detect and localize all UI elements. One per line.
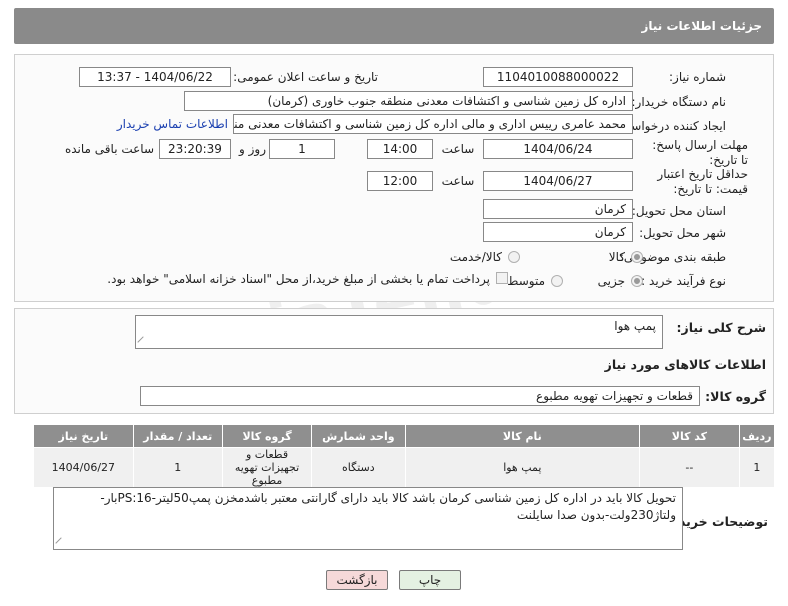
remaining-time-label: ساعت باقی مانده xyxy=(64,142,154,156)
province-label: استان محل تحویل: xyxy=(631,204,726,218)
col-unit: واحد شمارش xyxy=(311,424,406,448)
category-service-radio[interactable] xyxy=(508,251,520,263)
reply-date-field: 1404/06/24 xyxy=(483,139,633,159)
resize-grip-icon[interactable] xyxy=(55,537,67,549)
price-validity-time-field: 12:00 xyxy=(367,171,433,191)
reply-time-label: ساعت xyxy=(441,142,475,156)
back-button[interactable]: بازگشت xyxy=(326,570,388,590)
goods-table-header: ردیف کد کالا نام کالا واحد شمارش گروه کا… xyxy=(33,424,776,448)
col-code: کد کالا xyxy=(639,424,740,448)
page-header: جزئیات اطلاعات نیاز xyxy=(14,8,774,44)
buyer-contact-link[interactable]: اطلاعات تماس خریدار xyxy=(117,117,228,131)
treasury-payment-checkbox[interactable] xyxy=(496,272,508,284)
price-validity-date-field: 1404/06/27 xyxy=(483,171,633,191)
process-medium-label: متوسط xyxy=(507,274,545,288)
col-row: ردیف xyxy=(738,424,776,448)
remaining-time-field: 23:20:39 xyxy=(159,139,231,159)
category-service-label: کالا/خدمت xyxy=(449,250,502,264)
cell-qty: 1 xyxy=(132,447,223,488)
cell-date: 1404/06/27 xyxy=(33,447,134,488)
remaining-days-label: روز و xyxy=(239,142,266,156)
goods-group-field: قطعات و تجهیزات تهویه مطبوع xyxy=(140,386,700,406)
remaining-days-field: 1 xyxy=(269,139,335,159)
resize-grip-icon[interactable] xyxy=(137,336,149,348)
page-title: جزئیات اطلاعات نیاز xyxy=(641,19,762,33)
buyer-org-field: اداره کل زمین شناسی و اکتشافات معدنی منط… xyxy=(184,91,633,111)
process-type-label: نوع فرآیند خرید : xyxy=(641,274,726,288)
process-partial-label: جزیی xyxy=(597,274,625,288)
city-label: شهر محل تحویل: xyxy=(639,226,726,240)
announce-datetime-label: تاریخ و ساعت اعلان عمومی: xyxy=(233,70,378,84)
description-label: شرح کلی نیاز: xyxy=(676,320,766,335)
need-number-label: شماره نیاز: xyxy=(669,70,726,84)
process-medium-radio[interactable] xyxy=(551,275,563,287)
price-validity-label: حداقل تاریخ اعتبار قیمت: تا تاریخ: xyxy=(657,167,748,196)
col-name: نام کالا xyxy=(404,424,641,448)
buyer-org-label: نام دستگاه خریدار: xyxy=(631,95,727,109)
goods-section-title: اطلاعات کالاهای مورد نیاز xyxy=(604,357,766,372)
col-date: تاریخ نیاز xyxy=(33,424,134,448)
col-group: گروه کالا xyxy=(221,424,313,448)
cell-row: 1 xyxy=(738,447,776,488)
description-text: پمپ هوا xyxy=(614,319,656,333)
print-button[interactable]: چاپ xyxy=(399,570,461,590)
table-row: 1 -- پمپ هوا دستگاه قطعات و تجهیزات تهوی… xyxy=(33,447,776,488)
cell-code: -- xyxy=(639,447,740,488)
goods-table: ردیف کد کالا نام کالا واحد شمارش گروه کا… xyxy=(33,424,776,488)
need-number-field: 1104010088000022 xyxy=(483,67,633,87)
cell-unit: دستگاه xyxy=(311,447,406,488)
reply-deadline-label: مهلت ارسال پاسخ: تا تاریخ: xyxy=(652,138,748,167)
city-field: کرمان xyxy=(483,222,633,242)
cell-group: قطعات و تجهیزات تهویه مطبوع xyxy=(221,447,313,488)
requester-field: محمد عامری رییس اداری و مالی اداره کل زم… xyxy=(233,114,633,134)
cell-name: پمپ هوا xyxy=(404,447,641,488)
col-qty: تعداد / مقدار xyxy=(132,424,223,448)
goods-group-label: گروه کالا: xyxy=(705,389,766,404)
category-goods-label: کالا xyxy=(608,250,625,264)
category-goods-radio[interactable] xyxy=(631,251,643,263)
reply-time-field: 14:00 xyxy=(367,139,433,159)
buyer-notes-text: تحویل کالا باید در اداره کل زمین شناسی ک… xyxy=(100,491,676,522)
treasury-payment-note: پرداخت تمام یا بخشی از مبلغ خرید،از محل … xyxy=(107,272,490,286)
province-field: کرمان xyxy=(483,199,633,219)
description-textarea: پمپ هوا xyxy=(135,315,663,349)
price-validity-time-label: ساعت xyxy=(441,174,475,188)
process-partial-radio[interactable] xyxy=(631,275,643,287)
announce-datetime-field: 1404/06/22 - 13:37 xyxy=(79,67,231,87)
buyer-notes-textarea: تحویل کالا باید در اداره کل زمین شناسی ک… xyxy=(53,487,683,550)
